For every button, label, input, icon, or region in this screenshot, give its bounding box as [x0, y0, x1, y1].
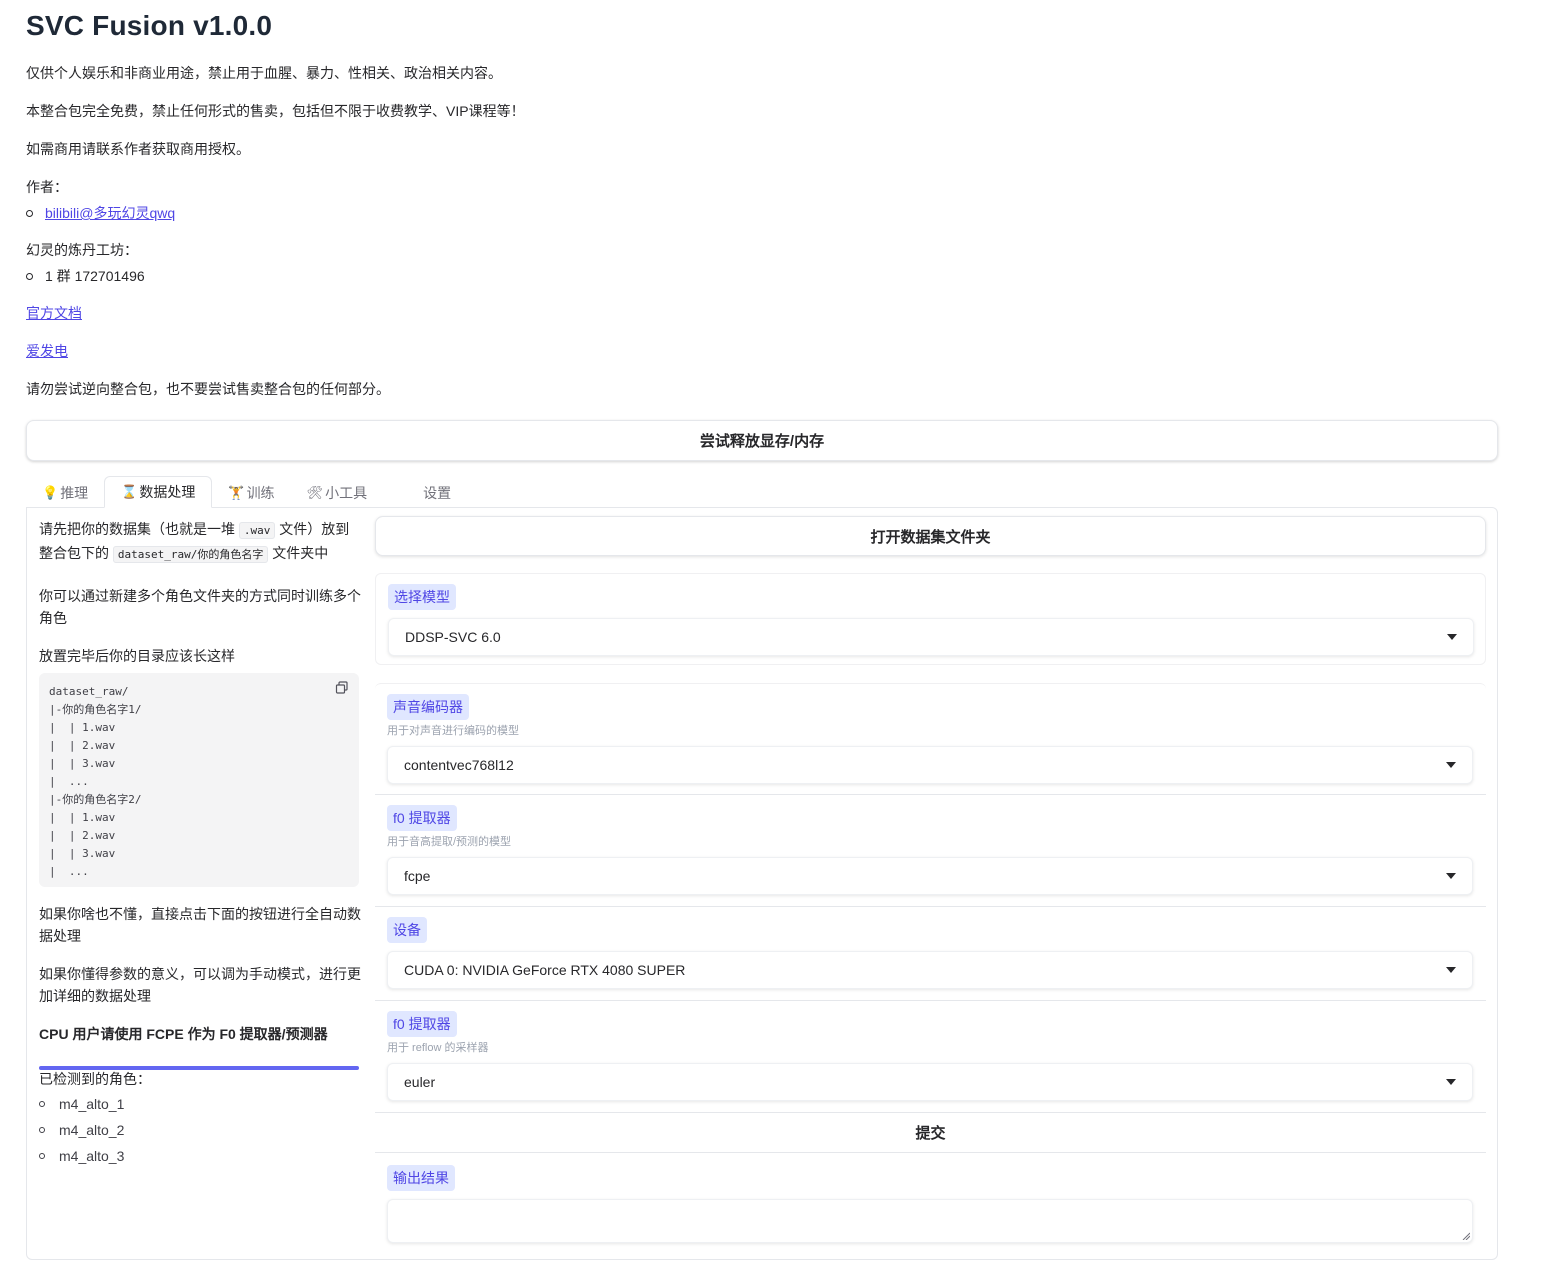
encoder-info: 用于对声音进行编码的模型 — [387, 725, 519, 737]
code-wav: .wav — [238, 522, 276, 539]
workshop-label: 幻灵的炼丹工坊： — [26, 242, 138, 258]
tab-settings[interactable]: 设置 — [383, 477, 467, 508]
f0-value: fcpe — [404, 868, 431, 884]
group-item: 1 群 172701496 — [26, 266, 145, 286]
author-link[interactable]: bilibili@多玩幻灵qwq — [45, 203, 175, 223]
bulb-icon: 💡 — [42, 484, 59, 500]
directory-code-block: dataset_raw/ |-你的角色名字1/ | | 1.wav | | 2.wav… — [39, 673, 359, 887]
code-content: dataset_raw/ |-你的角色名字1/ | | 1.wav | | 2.wav… — [49, 683, 349, 881]
instruction-manual: 如果你懂得参数的意义，可以调为手动模式，进行更加详细的数据处理 — [39, 966, 361, 1004]
instruction-cpu: CPU 用户请使用 FCPE 作为 F0 提取器/预测器 — [39, 1026, 328, 1042]
device-label: 设备 — [387, 917, 427, 943]
hourglass-icon: ⌛ — [121, 484, 138, 499]
sampler-value: euler — [404, 1074, 436, 1090]
code-dataset-path: dataset_raw/你的角色名字 — [112, 546, 269, 563]
sampler-info: 用于 reflow 的采样器 — [387, 1042, 489, 1054]
sampler-dropdown[interactable]: euler — [387, 1063, 1473, 1101]
tab-label: 训练 — [246, 484, 275, 501]
notice-reverse: 请勿尝试逆向整合包，也不要尝试售卖整合包的任何部分。 — [26, 381, 390, 397]
code-line: | ... — [49, 865, 89, 878]
list-item: m4_alto_3 — [39, 1148, 124, 1164]
open-dataset-button[interactable]: 打开数据集文件夹 — [375, 516, 1486, 556]
code-line: | | 1.wav — [49, 721, 116, 734]
f0-dropdown[interactable]: fcpe — [387, 857, 1473, 895]
tab-training[interactable]: 🏋 训练 — [212, 477, 290, 508]
instruction-dataset: 请先把你的数据集（也就是一堆 .wav 文件）放到 整合包下的 dataset_… — [39, 521, 350, 563]
chevron-down-icon — [1446, 873, 1456, 879]
encoder-label: 声音编码器 — [387, 694, 469, 720]
device-value: CUDA 0: NVIDIA GeForce RTX 4080 SUPER — [404, 962, 686, 978]
chevron-down-icon — [1447, 634, 1457, 640]
character-name: m4_alto_3 — [59, 1148, 125, 1164]
instruction-auto: 如果你啥也不懂，直接点击下面的按钮进行全自动数据处理 — [39, 906, 361, 944]
bullet-icon — [39, 1153, 45, 1159]
character-name: m4_alto_1 — [59, 1096, 125, 1112]
chevron-down-icon — [1446, 967, 1456, 973]
sampler-block: f0 提取器 用于 reflow 的采样器 euler — [375, 1001, 1486, 1113]
chevron-down-icon — [1446, 762, 1456, 768]
tab-bar: 💡 推理 ⌛ 数据处理 🏋 训练 🛠 小工具 设置 — [26, 476, 1498, 508]
instruction-layout: 放置完毕后你的目录应该长这样 — [39, 648, 235, 664]
notice-usage: 仅供个人娱乐和非商业用途，禁止用于血腥、暴力、性相关、政治相关内容。 — [26, 65, 502, 81]
bullet-icon — [26, 272, 33, 280]
list-item: m4_alto_1 — [39, 1096, 124, 1112]
tab-inference[interactable]: 💡 推理 — [26, 477, 104, 508]
group-number: 1 群 172701496 — [45, 268, 145, 284]
code-line: | | 1.wav — [49, 811, 116, 824]
tab-label: 推理 — [60, 484, 89, 501]
weightlifter-icon: 🏋 — [228, 484, 245, 500]
code-line: | | 2.wav — [49, 739, 116, 752]
code-line: |-你的角色名字1/ — [49, 703, 142, 716]
device-block: 设备 CUDA 0: NVIDIA GeForce RTX 4080 SUPER — [375, 907, 1486, 1001]
encoder-block: 声音编码器 用于对声音进行编码的模型 contentvec768l12 — [375, 683, 1486, 795]
code-line: |-你的角色名字2/ — [49, 793, 142, 806]
page-title: SVC Fusion v1.0.0 — [26, 10, 273, 41]
character-name: m4_alto_2 — [59, 1122, 125, 1138]
notice-free: 本整合包完全免费，禁止任何形式的售卖，包括但不限于收费教学、VIP课程等！ — [26, 103, 525, 119]
submit-button[interactable]: 提交 — [375, 1113, 1486, 1153]
free-memory-button[interactable]: 尝试释放显存/内存 — [26, 420, 1498, 461]
model-select-block: 选择模型 DDSP-SVC 6.0 — [375, 573, 1486, 665]
code-line: | ... — [49, 775, 89, 788]
model-value: DDSP-SVC 6.0 — [405, 629, 501, 645]
code-line: | | 2.wav — [49, 829, 116, 842]
tab-label: 设置 — [423, 484, 452, 501]
tab-panel: 请先把你的数据集（也就是一堆 .wav 文件）放到 整合包下的 dataset_… — [26, 507, 1498, 1260]
bullet-icon — [39, 1101, 45, 1107]
output-textarea[interactable] — [387, 1199, 1473, 1243]
code-line: | | 3.wav — [49, 847, 116, 860]
sampler-label: f0 提取器 — [387, 1011, 457, 1037]
f0-info: 用于音高提取/预测的模型 — [387, 836, 512, 848]
copy-icon[interactable] — [335, 681, 349, 695]
encoder-dropdown[interactable]: contentvec768l12 — [387, 746, 1473, 784]
output-label: 输出结果 — [387, 1165, 455, 1191]
code-line: dataset_raw/ — [49, 685, 129, 698]
f0-label: f0 提取器 — [387, 805, 457, 831]
resize-handle-icon[interactable] — [1462, 1232, 1470, 1240]
bullet-icon — [26, 209, 33, 217]
bullet-icon — [39, 1127, 45, 1133]
device-dropdown[interactable]: CUDA 0: NVIDIA GeForce RTX 4080 SUPER — [387, 951, 1473, 989]
model-label: 选择模型 — [388, 584, 456, 610]
tab-tools[interactable]: 🛠 小工具 — [291, 477, 384, 508]
code-line: | | 3.wav — [49, 757, 116, 770]
app-page: SVC Fusion v1.0.0 仅供个人娱乐和非商业用途，禁止用于血腥、暴力… — [0, 0, 1543, 1272]
tools-icon: 🛠 — [306, 484, 324, 500]
afdian-link[interactable]: 爱发电 — [26, 343, 68, 359]
chevron-down-icon — [1446, 1079, 1456, 1085]
docs-link[interactable]: 官方文档 — [26, 305, 82, 321]
f0-block: f0 提取器 用于音高提取/预测的模型 fcpe — [375, 795, 1486, 907]
tab-label: 小工具 — [325, 484, 368, 501]
author-label: 作者： — [26, 179, 68, 195]
author-item: bilibili@多玩幻灵qwq — [26, 203, 175, 223]
tab-data-processing[interactable]: ⌛ 数据处理 — [104, 476, 213, 508]
list-item: m4_alto_2 — [39, 1122, 124, 1138]
encoder-value: contentvec768l12 — [404, 757, 514, 773]
model-dropdown[interactable]: DDSP-SVC 6.0 — [388, 618, 1474, 656]
tab-label: 数据处理 — [139, 484, 196, 500]
detected-label: 已检测到的角色： — [39, 1071, 151, 1087]
notice-commercial: 如需商用请联系作者获取商用授权。 — [26, 141, 250, 157]
instruction-multi: 你可以通过新建多个角色文件夹的方式同时训练多个角色 — [39, 588, 361, 626]
